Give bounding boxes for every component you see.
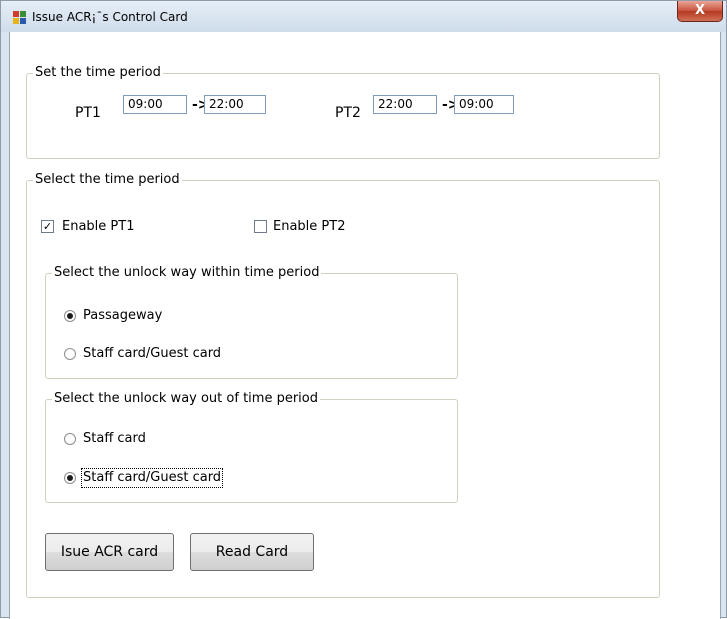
pt1-label: PT1 — [75, 105, 101, 121]
close-button[interactable]: X — [677, 1, 723, 22]
enable-pt2-checkbox[interactable] — [254, 220, 267, 233]
client-area: Set the time period PT1 09:00 -> 22:00 P… — [9, 32, 721, 619]
checkmark-icon: ✓ — [42, 220, 53, 233]
within-staff-guest-label[interactable]: Staff card/Guest card — [83, 346, 221, 362]
unlock-outside-label: Select the unlock way out of time period — [52, 391, 320, 407]
enable-pt1-label[interactable]: Enable PT1 — [62, 219, 134, 235]
app-icon — [13, 11, 26, 24]
select-time-period-label: Select the time period — [33, 172, 182, 188]
dialog-window: Issue ACR¡¯s Control Card X Set the time… — [0, 0, 727, 619]
select-time-period-group: Select the time period ✓ Enable PT1 Enab… — [26, 172, 660, 598]
close-icon: X — [694, 3, 706, 18]
enable-pt1-checkbox[interactable]: ✓ — [41, 220, 54, 233]
within-staff-guest-radio[interactable] — [64, 348, 76, 360]
pt2-start-input[interactable]: 22:00 — [373, 95, 437, 114]
title-bar[interactable]: Issue ACR¡¯s Control Card X — [1, 1, 726, 32]
passageway-radio[interactable] — [64, 310, 76, 322]
outside-staff-radio[interactable] — [64, 433, 76, 445]
unlock-within-group: Select the unlock way within time period… — [45, 265, 458, 379]
window-title: Issue ACR¡¯s Control Card — [32, 10, 188, 24]
outside-staff-label[interactable]: Staff card — [83, 431, 146, 447]
issue-acr-card-button[interactable]: Isue ACR card — [45, 533, 174, 571]
read-card-button[interactable]: Read Card — [190, 533, 314, 571]
pt1-end-input[interactable]: 22:00 — [204, 95, 266, 114]
passageway-label[interactable]: Passageway — [83, 308, 162, 324]
set-time-period-label: Set the time period — [33, 65, 163, 81]
pt1-start-input[interactable]: 09:00 — [123, 95, 187, 114]
unlock-outside-group: Select the unlock way out of time period… — [45, 391, 458, 503]
enable-pt2-label[interactable]: Enable PT2 — [273, 219, 345, 235]
unlock-within-label: Select the unlock way within time period — [52, 265, 322, 281]
outside-staff-guest-label[interactable]: Staff card/Guest card — [80, 468, 224, 488]
set-time-period-group: Set the time period PT1 09:00 -> 22:00 P… — [26, 65, 660, 159]
pt2-label: PT2 — [335, 105, 361, 121]
outside-staff-guest-radio[interactable] — [64, 472, 76, 484]
pt2-end-input[interactable]: 09:00 — [454, 95, 514, 114]
